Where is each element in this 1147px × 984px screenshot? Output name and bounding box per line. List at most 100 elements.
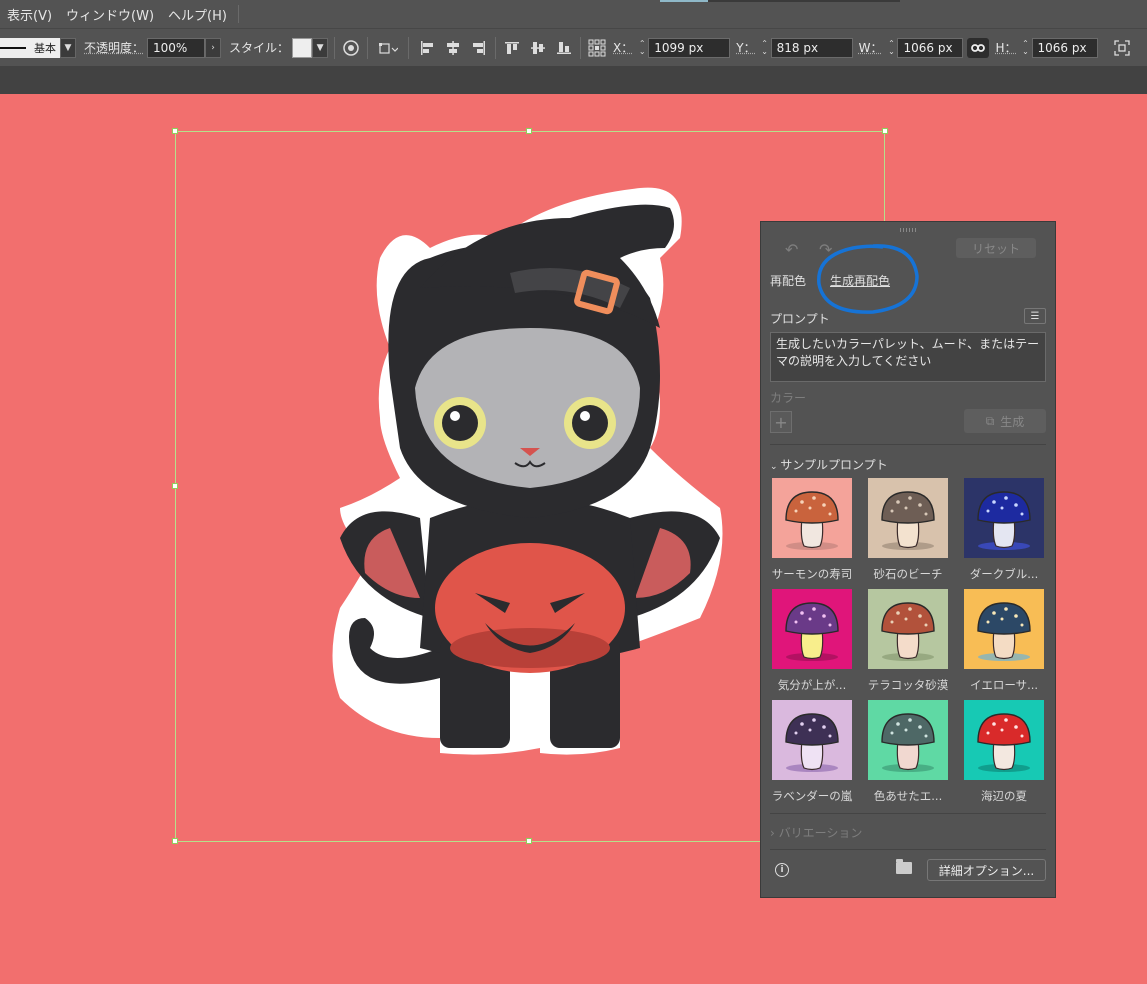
sample-label[interactable]: 砂石のビーチ xyxy=(860,566,956,582)
mushroom-icon xyxy=(881,602,935,661)
chevron-down-icon: ▼ xyxy=(64,42,72,53)
prompt-textarea[interactable]: 生成したいカラーパレット、ムード、またはテーマの説明を入力してください xyxy=(770,332,1046,382)
sample-label[interactable]: 気分が上が... xyxy=(764,677,860,693)
align-top-icon[interactable] xyxy=(502,38,522,58)
generate-button[interactable]: ⧉ 生成 xyxy=(964,409,1046,433)
prompt-menu-icon[interactable]: ☰ xyxy=(1024,308,1046,324)
menu-help[interactable]: ヘルプ(H) xyxy=(161,5,234,24)
mushroom-icon xyxy=(977,491,1031,550)
style-dropdown-button[interactable]: ▼ xyxy=(312,37,329,58)
sample-thumbnail[interactable] xyxy=(772,478,852,558)
stroke-profile-label: 基本 xyxy=(34,41,56,55)
y-field[interactable]: 818 px xyxy=(770,37,853,58)
h-label: H： xyxy=(995,41,1017,55)
h-field[interactable]: 1066 px xyxy=(1031,37,1098,58)
info-icon[interactable]: i xyxy=(775,863,789,877)
chevron-down-icon: ⌄ xyxy=(770,462,781,472)
toolbar-divider xyxy=(495,36,497,59)
opacity-field[interactable]: 100% xyxy=(147,37,206,58)
sample-label[interactable]: ラベンダーの嵐 xyxy=(764,788,860,804)
variations-header[interactable]: › バリエーション xyxy=(770,824,862,841)
w-stepper[interactable]: ⌃ ⌄ xyxy=(885,38,897,58)
toolbar-divider xyxy=(580,36,582,59)
sample-thumbnail[interactable] xyxy=(868,478,948,558)
stroke-line-preview xyxy=(0,46,26,49)
resize-handle-top-left[interactable] xyxy=(172,128,178,134)
menu-divider xyxy=(237,5,239,23)
menu-view[interactable]: 表示(V) xyxy=(0,5,59,24)
sample-thumbnail[interactable] xyxy=(868,700,948,780)
align-left-icon[interactable] xyxy=(417,38,437,58)
style-label: スタイル： xyxy=(229,41,290,55)
style-swatch[interactable] xyxy=(292,37,313,58)
mushroom-icon xyxy=(977,602,1031,661)
reset-button[interactable]: リセット xyxy=(956,238,1036,258)
sample-thumbnail[interactable] xyxy=(772,700,852,780)
sample-thumbnail[interactable] xyxy=(964,478,1044,558)
sample-thumbnail[interactable] xyxy=(964,589,1044,669)
divider xyxy=(770,813,1046,814)
sample-label[interactable]: イエローサ... xyxy=(956,677,1052,693)
divider xyxy=(770,444,1046,445)
y-label: Y： xyxy=(736,41,756,55)
align-vcenter-icon[interactable] xyxy=(528,38,548,58)
generate-sparkle-icon: ⧉ xyxy=(985,413,995,428)
reference-point-icon[interactable] xyxy=(587,38,607,58)
stroke-dropdown-button[interactable]: ▼ xyxy=(60,37,76,58)
sample-label[interactable]: サーモンの寿司 xyxy=(764,566,860,582)
divider xyxy=(770,849,1046,850)
resize-handle-top-right[interactable] xyxy=(882,128,888,134)
sample-thumbnail[interactable] xyxy=(964,700,1044,780)
generate-label: 生成 xyxy=(1000,414,1025,429)
x-stepper[interactable]: ⌃ ⌄ xyxy=(636,38,648,58)
generative-recolor-panel: ↶ ↷ リセット 再配色 生成再配色 プロンプト ☰ 生成したいカラーパレット、… xyxy=(760,221,1056,898)
sample-label[interactable]: 色あせたエ... xyxy=(860,788,956,804)
sample-prompts-label: サンプルプロンプト xyxy=(780,458,888,472)
align-bottom-icon[interactable] xyxy=(554,38,574,58)
mushroom-icon xyxy=(785,602,839,661)
tab-indicator xyxy=(660,0,708,2)
y-stepper[interactable]: ⌃ ⌄ xyxy=(759,38,771,58)
sample-thumbnail[interactable] xyxy=(868,589,948,669)
opacity-label[interactable]: 不透明度： xyxy=(84,39,144,56)
x-label: X： xyxy=(613,41,634,55)
sample-prompts-header[interactable]: ⌄ サンプルプロンプト xyxy=(770,456,888,473)
add-color-button[interactable]: + xyxy=(770,411,792,433)
mushroom-icon xyxy=(977,713,1031,772)
resize-handle-top[interactable] xyxy=(526,128,532,134)
toolbar-divider xyxy=(367,36,369,59)
w-label: W： xyxy=(858,41,883,55)
advanced-options-button[interactable]: 詳細オプション... xyxy=(927,859,1046,881)
align-right-icon[interactable] xyxy=(469,38,489,58)
document-tab-strip xyxy=(0,66,1147,94)
tab-recolor[interactable]: 再配色 xyxy=(770,272,806,289)
sample-label[interactable]: テラコッタ砂漠 xyxy=(860,677,956,693)
stroke-profile-select[interactable]: 基本 xyxy=(0,37,60,58)
toolbar-divider xyxy=(334,36,336,59)
sample-label[interactable]: 海辺の夏 xyxy=(956,788,1052,804)
transform-crop-icon[interactable] xyxy=(1112,38,1132,58)
recolor-wheel-icon[interactable] xyxy=(341,38,361,58)
w-field[interactable]: 1066 px xyxy=(897,37,964,58)
resize-handle-bottom[interactable] xyxy=(526,838,532,844)
sample-label[interactable]: ダークブル... xyxy=(956,566,1052,582)
control-bar: 基本 ▼ 不透明度： 100% › スタイル： ▼ X： ⌃ ⌄ 1099 px … xyxy=(0,28,1147,66)
folder-icon[interactable] xyxy=(896,859,912,874)
toolbar-divider xyxy=(408,36,410,59)
transform-options-icon[interactable] xyxy=(374,38,402,58)
menu-window[interactable]: ウィンドウ(W) xyxy=(59,5,161,24)
h-stepper[interactable]: ⌃ ⌄ xyxy=(1020,38,1032,58)
chevron-right-icon: › xyxy=(211,42,215,53)
sample-thumbnail[interactable] xyxy=(772,589,852,669)
panel-grip[interactable] xyxy=(900,228,918,232)
resize-handle-left[interactable] xyxy=(172,483,178,489)
undo-icon[interactable]: ↶ xyxy=(785,240,798,259)
chevron-down-icon: ▼ xyxy=(316,42,324,53)
resize-handle-bottom-left[interactable] xyxy=(172,838,178,844)
align-hcenter-icon[interactable] xyxy=(443,38,463,58)
link-icon[interactable] xyxy=(967,37,990,58)
opacity-expand-button[interactable]: › xyxy=(205,37,222,58)
tab-indicator-dark xyxy=(708,0,900,2)
x-field[interactable]: 1099 px xyxy=(648,37,731,58)
mushroom-icon xyxy=(881,491,935,550)
